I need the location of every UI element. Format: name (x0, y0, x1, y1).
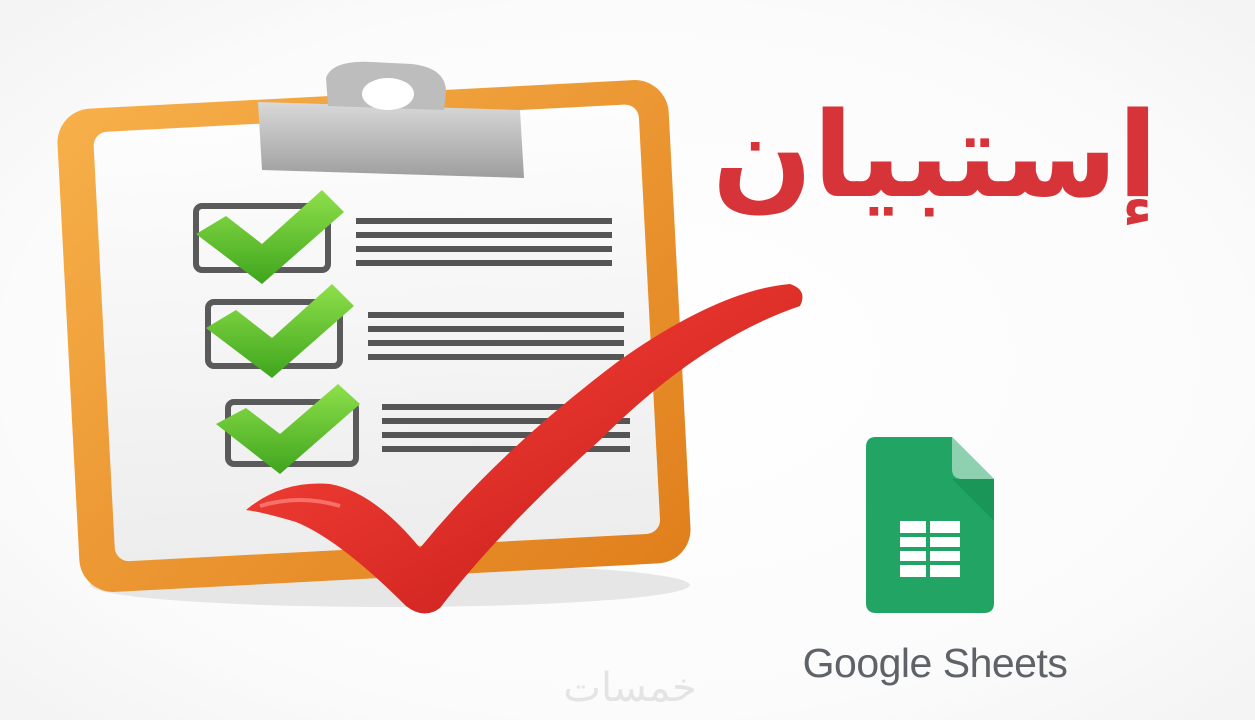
google-sheets-label: Google Sheets (802, 640, 1068, 686)
page-title: إستبيان (711, 86, 1158, 224)
hero-banner: إستبيان Google Sheets خمسات (0, 0, 1255, 720)
watermark: خمسات (563, 665, 697, 711)
google-sheets-icon (866, 437, 994, 613)
